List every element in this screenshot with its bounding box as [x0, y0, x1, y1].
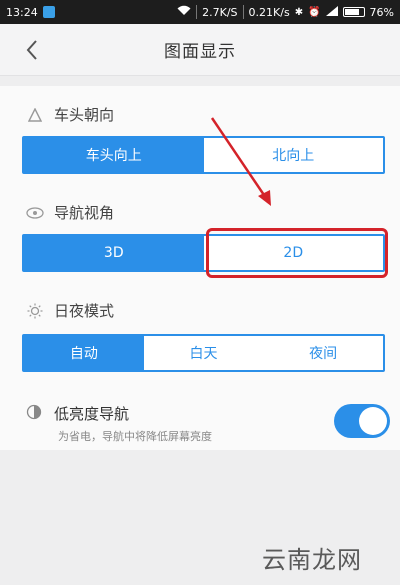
- low-brightness-title: 低亮度导航: [54, 405, 130, 423]
- battery-percent: 76%: [369, 5, 394, 19]
- page-title: 图面显示: [164, 42, 236, 62]
- network-speed-2: 0.21K/s: [248, 5, 290, 19]
- heading-direction-selector: 车头向上 北向上: [22, 136, 385, 174]
- heading-direction-title: 车头朝向: [54, 106, 115, 124]
- alarm-icon: ⏰: [308, 6, 321, 18]
- option-day[interactable]: 白天: [144, 336, 264, 370]
- signal-icon: [325, 5, 338, 19]
- low-brightness-toggle[interactable]: [334, 404, 390, 438]
- option-auto[interactable]: 自动: [24, 336, 144, 370]
- screen: 13:24 2.7K/S 0.21K/s ✱ ⏰ 76% 图面显示 车头朝向 车…: [0, 0, 400, 585]
- divider: [196, 5, 198, 19]
- toggle-knob: [359, 407, 387, 435]
- option-night[interactable]: 夜间: [263, 336, 383, 370]
- nav-view-title: 导航视角: [54, 204, 115, 222]
- nav-view-label: 导航视角: [26, 202, 114, 223]
- day-night-selector: 自动 白天 夜间: [22, 334, 385, 372]
- option-3d[interactable]: 3D: [24, 236, 204, 270]
- status-bar: 13:24 2.7K/S 0.21K/s ✱ ⏰ 76%: [0, 0, 400, 24]
- highlight-annotation: [206, 228, 388, 278]
- app-notification-icon: [42, 6, 55, 18]
- top-bar: 图面显示: [0, 24, 400, 76]
- battery-icon: [342, 7, 365, 17]
- option-north-up[interactable]: 北向上: [204, 138, 384, 172]
- triangle-icon: [26, 106, 44, 124]
- watermark: 云南龙网: [262, 546, 362, 574]
- day-night-label: 日夜模式: [26, 300, 114, 321]
- low-brightness-subtitle: 为省电，导航中将降低屏幕亮度: [58, 430, 212, 443]
- heading-direction-label: 车头朝向: [26, 104, 114, 125]
- status-time: 13:24: [6, 5, 38, 19]
- network-speed-1: 2.7K/S: [202, 5, 238, 19]
- half-circle-icon: [26, 404, 42, 424]
- low-brightness-label: 低亮度导航: [26, 403, 129, 424]
- option-heading-up[interactable]: 车头向上: [24, 138, 204, 172]
- divider: [242, 5, 244, 19]
- bluetooth-icon: ✱: [294, 6, 304, 18]
- chevron-left-icon: [26, 40, 37, 60]
- back-button[interactable]: [18, 36, 46, 64]
- day-night-title: 日夜模式: [54, 302, 115, 320]
- eye-icon: [26, 204, 44, 222]
- sun-icon: [26, 302, 44, 320]
- wifi-icon: [177, 5, 191, 19]
